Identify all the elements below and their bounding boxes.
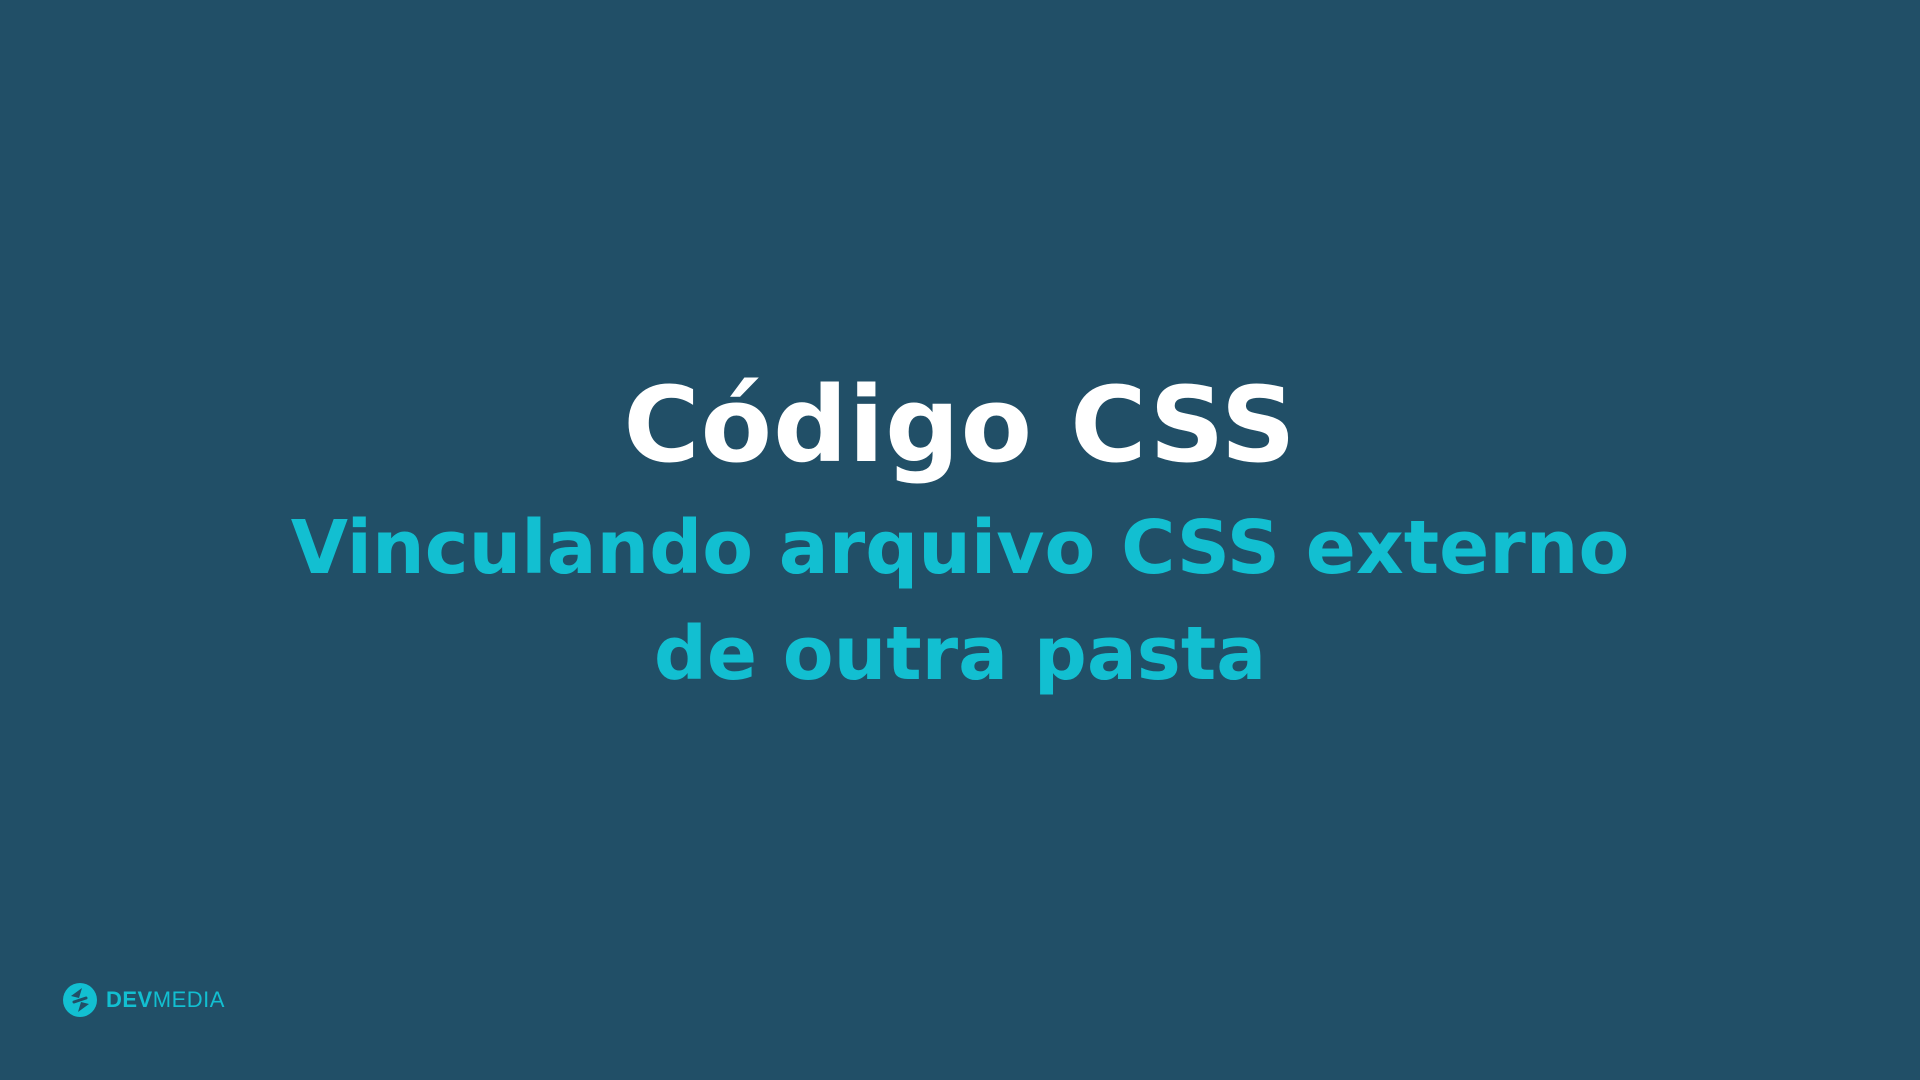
logo-text: DEV MEDIA [106, 980, 225, 1020]
logo-text-bold: DEV [106, 987, 153, 1012]
slide-title: Código CSS [623, 364, 1297, 486]
title-block: Código CSS Vinculando arquivo CSS extern… [0, 365, 1920, 707]
subtitle-line-1: Vinculando arquivo CSS externo [290, 505, 1630, 591]
subtitle-line-2: de outra pasta [653, 611, 1267, 697]
devmedia-logo: DEV MEDIA [62, 980, 225, 1020]
logo-text-regular: MEDIA [152, 987, 225, 1012]
slide: Código CSS Vinculando arquivo CSS extern… [0, 0, 1920, 1080]
slide-subtitle: Vinculando arquivo CSS externo de outra … [0, 495, 1920, 707]
devmedia-logo-icon [63, 983, 97, 1017]
